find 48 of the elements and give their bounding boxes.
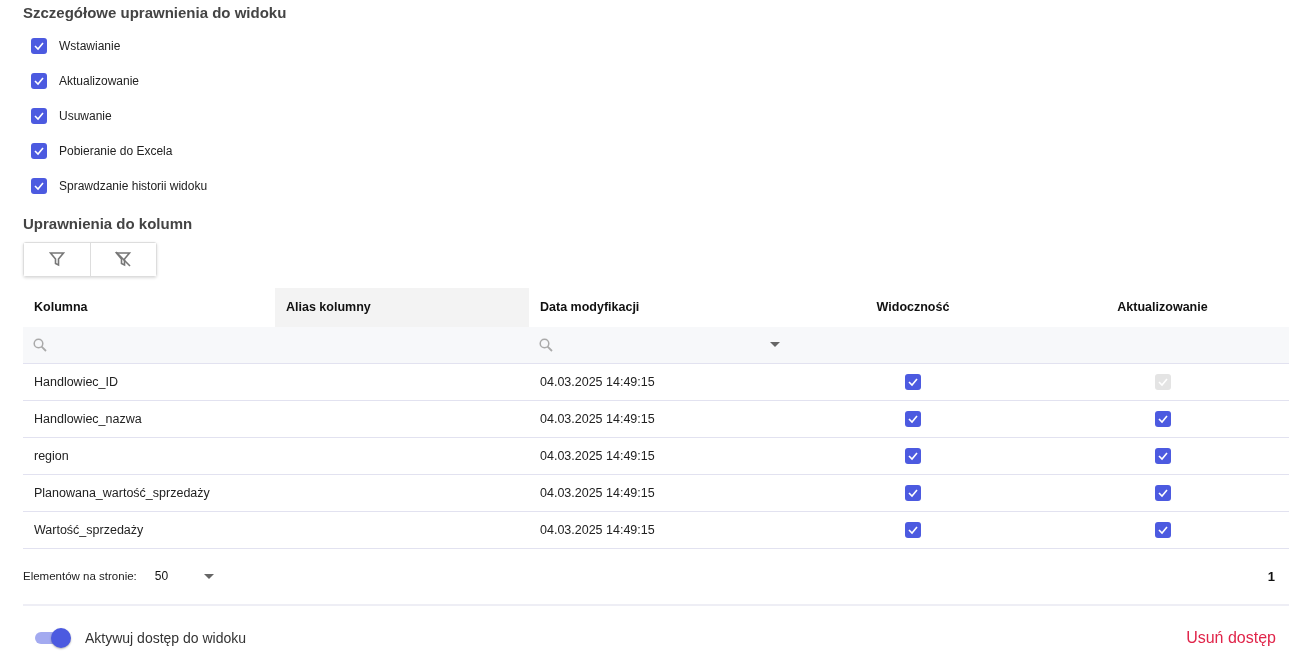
checkbox[interactable] xyxy=(31,178,47,194)
checkbox[interactable] xyxy=(1154,521,1171,538)
table-cell: 04.03.2025 14:49:15 xyxy=(540,522,655,537)
clear-filter-button[interactable] xyxy=(89,243,156,276)
page-size-label: Elementów na stronie: xyxy=(23,570,137,583)
table-cell: 04.03.2025 14:49:15 xyxy=(540,485,655,500)
checkbox[interactable] xyxy=(905,521,921,538)
caret-icon xyxy=(770,342,780,348)
access-toggle[interactable] xyxy=(35,628,71,649)
section-title: Szczegółowe uprawnienia do widoku xyxy=(23,4,288,21)
filter-button[interactable] xyxy=(24,243,90,276)
checkbox[interactable] xyxy=(905,410,921,427)
table-cell: region xyxy=(34,448,69,463)
table-cell: Handlowiec_nazwa xyxy=(34,411,142,426)
checkbox[interactable] xyxy=(1154,410,1171,427)
table-cell: 04.03.2025 14:49:15 xyxy=(540,448,655,463)
checkbox-label: Usuwanie xyxy=(59,109,112,123)
column-header[interactable]: Alias kolumny xyxy=(275,287,529,327)
table-cell: Wartość_sprzedaży xyxy=(34,522,144,537)
checkbox[interactable] xyxy=(905,373,921,390)
filter-cell[interactable] xyxy=(1036,326,1289,364)
filter-cell[interactable] xyxy=(23,326,275,364)
search-icon xyxy=(33,337,47,352)
checkbox-label: Sprawdzanie historii widoku xyxy=(59,179,208,193)
filter-icon xyxy=(48,251,65,268)
checkbox-label: Aktualizowanie xyxy=(59,74,140,88)
remove-access-button[interactable]: Usuń dostęp xyxy=(1186,629,1276,648)
search-icon xyxy=(539,337,553,352)
checkbox-label: Wstawianie xyxy=(59,39,121,53)
checkbox[interactable] xyxy=(31,73,47,89)
checkbox[interactable] xyxy=(31,108,47,124)
table-cell: 04.03.2025 14:49:15 xyxy=(540,374,655,389)
checkbox[interactable] xyxy=(31,38,47,54)
caret-icon xyxy=(204,573,215,579)
page-size-select[interactable]: 50 xyxy=(154,569,215,584)
filter-off-icon xyxy=(114,250,133,269)
checkbox[interactable] xyxy=(905,484,921,501)
checkbox-label: Pobieranie do Excela xyxy=(59,144,173,158)
table-cell: Planowana_wartość_sprzedaży xyxy=(34,485,210,500)
checkbox[interactable] xyxy=(31,143,47,159)
table-cell: Handlowiec_ID xyxy=(34,374,119,389)
checkbox[interactable] xyxy=(1154,484,1171,501)
section-title: Uprawnienia do kolumn xyxy=(23,215,194,232)
checkbox[interactable] xyxy=(905,447,921,464)
toggle-label: Aktywuj dostęp do widoku xyxy=(85,630,247,647)
table-cell: 04.03.2025 14:49:15 xyxy=(540,411,655,426)
page-number[interactable]: 1 xyxy=(1267,568,1275,584)
checkbox[interactable] xyxy=(1154,447,1171,464)
